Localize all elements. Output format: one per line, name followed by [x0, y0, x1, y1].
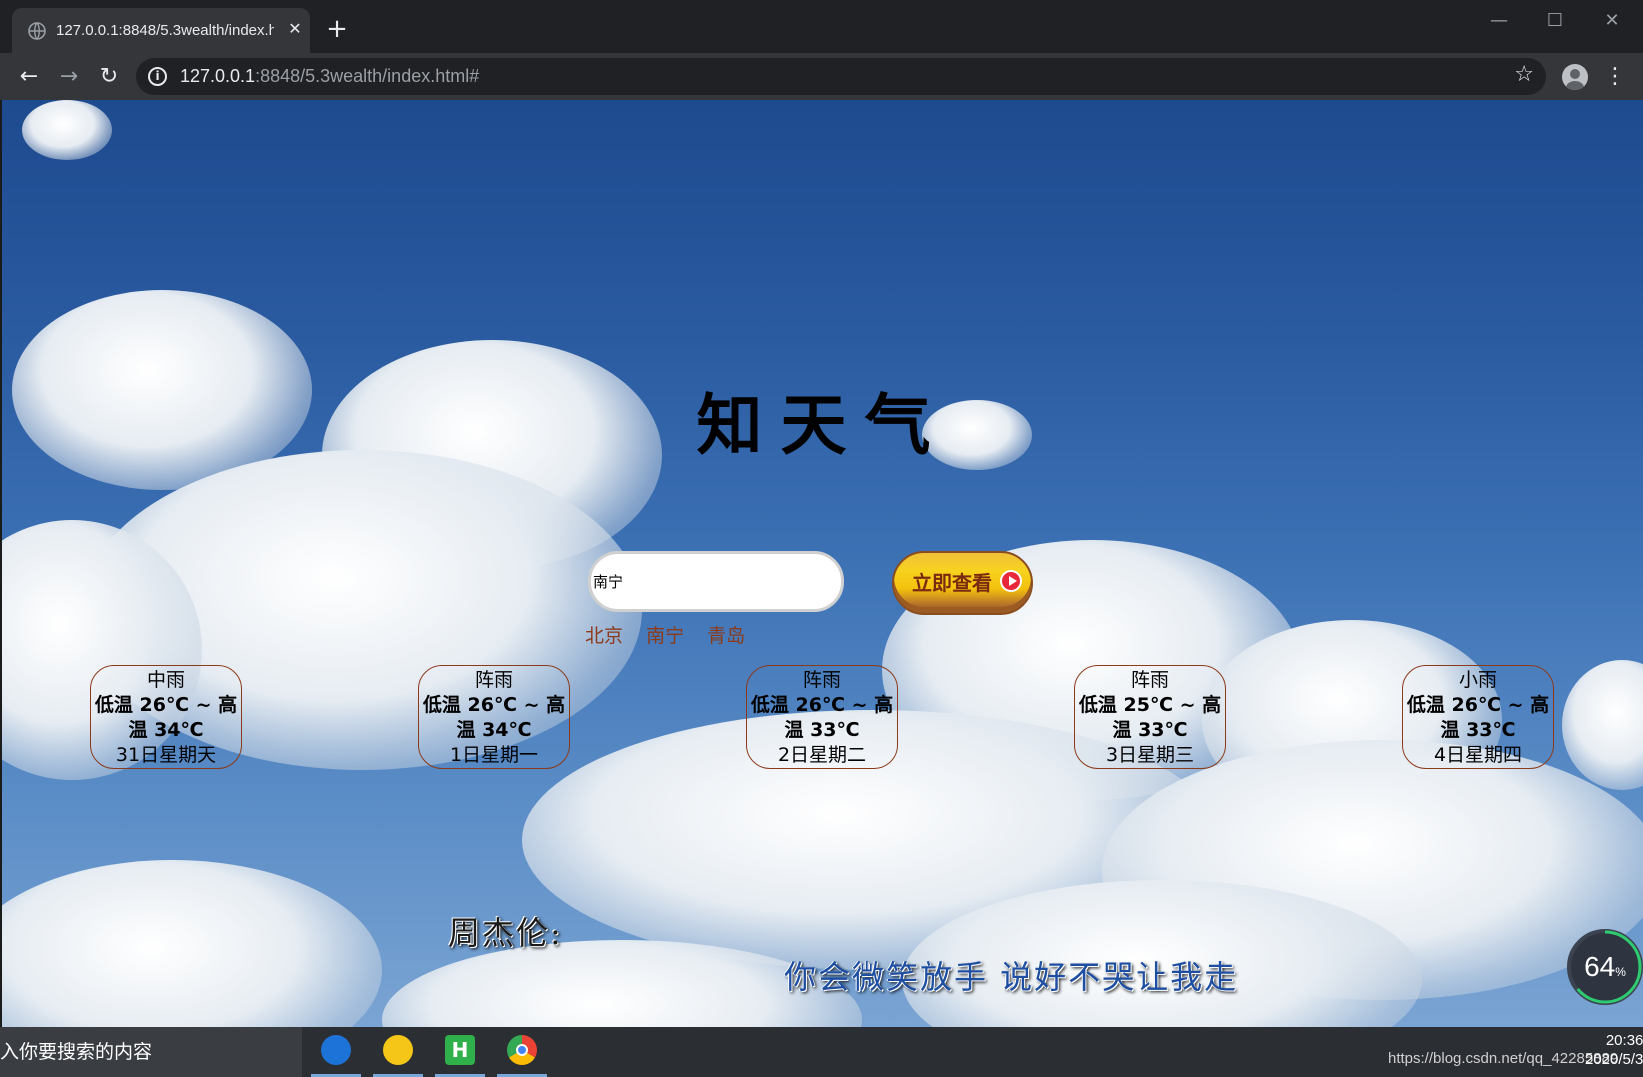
forecast-temperature: 低温 26℃ ~ 高温 34℃: [422, 694, 566, 741]
forecast-temperature: 低温 26℃ ~ 高温 34℃: [94, 694, 238, 741]
forecast-card: 阵雨 低温 26℃ ~ 高温 34℃ 1日星期一: [418, 665, 570, 769]
taskbar-app-sogou[interactable]: [311, 1027, 361, 1077]
browser-tab-bar: 127.0.0.1:8848/5.3wealth/index.html# ✕ +…: [0, 0, 1643, 53]
page-title: 知天气: [696, 387, 949, 464]
back-icon[interactable]: ←: [14, 62, 44, 92]
browser-toolbar: ← → ↻ i 127.0.0.1:8848/5.3wealth/index.h…: [0, 53, 1643, 100]
forecast-temperature: 低温 26℃ ~ 高温 33℃: [1406, 694, 1550, 741]
globe-icon: [28, 22, 46, 40]
reload-icon[interactable]: ↻: [94, 62, 124, 92]
taskbar-search-box[interactable]: 入你要搜索的内容: [0, 1027, 302, 1077]
weather-page: 知天气 立即查看 北京 南宁 青岛 中雨 低温 26℃ ~ 高温 34℃ 31日…: [2, 100, 1643, 1027]
window-close-button[interactable]: ✕: [1592, 6, 1632, 36]
clock-time: 20:36: [1605, 1032, 1643, 1049]
minimize-button[interactable]: —: [1479, 6, 1519, 36]
play-icon: [1000, 570, 1022, 592]
cloud-background: [2, 860, 382, 1027]
forecast-card: 小雨 低温 26℃ ~ 高温 33℃ 4日星期四: [1402, 665, 1554, 769]
performance-meter[interactable]: 64%: [1567, 929, 1643, 1005]
url-path: :8848/5.3wealth/index.html#: [255, 66, 480, 86]
bookmark-star-icon[interactable]: ☆: [1514, 62, 1534, 87]
system-clock[interactable]: 20:36 2020/5/3: [1585, 1031, 1643, 1069]
taskbar-app-music[interactable]: [373, 1027, 423, 1077]
music-icon: [383, 1035, 413, 1065]
sogou-icon: [321, 1035, 351, 1065]
forecast-condition: 阵雨: [474, 669, 513, 691]
view-weather-label: 立即查看: [912, 571, 992, 595]
forward-icon[interactable]: →: [54, 62, 84, 92]
maximize-button[interactable]: ☐: [1535, 6, 1575, 36]
quick-city-links: 北京 南宁 青岛: [585, 621, 762, 648]
tab-title: 127.0.0.1:8848/5.3wealth/index.html#: [56, 22, 274, 39]
tab-close-icon[interactable]: ✕: [284, 18, 306, 40]
lyric-text: 你会微笑放手 说好不哭让我走: [784, 958, 1239, 996]
forecast-date: 4日星期四: [1433, 744, 1523, 766]
city-link-beijing[interactable]: 北京: [585, 625, 623, 647]
address-bar[interactable]: i 127.0.0.1:8848/5.3wealth/index.html# ☆: [136, 58, 1546, 95]
url-text[interactable]: 127.0.0.1:8848/5.3wealth/index.html#: [180, 66, 479, 87]
hbuilder-icon: H: [445, 1035, 475, 1065]
taskbar-app-chrome[interactable]: [497, 1027, 547, 1077]
taskbar: 入你要搜索的内容 H https://blog.csdn.net/qq_4228…: [0, 1027, 1643, 1077]
chrome-icon: [507, 1035, 537, 1065]
city-link-qingdao[interactable]: 青岛: [707, 625, 745, 647]
forecast-condition: 中雨: [146, 669, 185, 691]
forecast-card: 中雨 低温 26℃ ~ 高温 34℃ 31日星期天: [90, 665, 242, 769]
clock-date: 2020/5/3: [1585, 1051, 1643, 1068]
performance-value: 64%: [1584, 951, 1626, 982]
forecast-card: 阵雨 低温 26℃ ~ 高温 33℃ 2日星期二: [746, 665, 898, 769]
forecast-temperature: 低温 26℃ ~ 高温 33℃: [750, 694, 894, 741]
chrome-center: [516, 1044, 528, 1056]
city-search-input[interactable]: [588, 551, 844, 612]
cloud-background: [22, 100, 112, 160]
site-info-icon[interactable]: i: [148, 67, 167, 86]
profile-avatar-icon[interactable]: [1562, 64, 1588, 90]
view-weather-button[interactable]: 立即查看: [892, 551, 1033, 615]
cloud-background: [1562, 660, 1643, 790]
browser-menu-icon[interactable]: ⋮: [1604, 62, 1626, 92]
city-link-nanning[interactable]: 南宁: [646, 625, 684, 647]
forecast-temperature: 低温 25℃ ~ 高温 33℃: [1078, 694, 1222, 741]
forecast-date: 2日星期二: [777, 744, 867, 766]
forecast-date: 3日星期三: [1105, 744, 1195, 766]
forecast-condition: 阵雨: [1130, 669, 1169, 691]
forecast-condition: 小雨: [1458, 669, 1497, 691]
watermark-url: https://blog.csdn.net/qq_42285889: [1388, 1050, 1619, 1067]
forecast-date: 1日星期一: [449, 744, 539, 766]
taskbar-app-hbuilder[interactable]: H: [435, 1027, 485, 1077]
forecast-date: 31日星期天: [115, 744, 217, 766]
forecast-condition: 阵雨: [802, 669, 841, 691]
url-host: 127.0.0.1: [180, 66, 256, 86]
new-tab-button[interactable]: +: [322, 16, 352, 46]
forecast-card: 阵雨 低温 25℃ ~ 高温 33℃ 3日星期三: [1074, 665, 1226, 769]
browser-tab[interactable]: 127.0.0.1:8848/5.3wealth/index.html# ✕: [12, 8, 310, 53]
singer-label: 周杰伦:: [448, 914, 563, 952]
